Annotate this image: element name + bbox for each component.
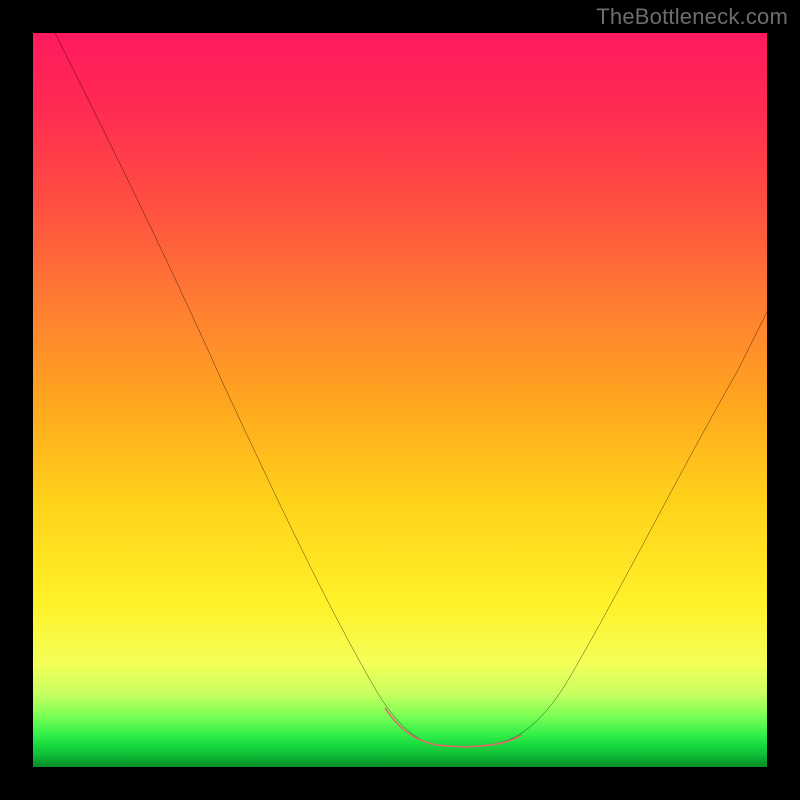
plot-area (33, 33, 767, 767)
chart-frame: TheBottleneck.com (0, 0, 800, 800)
base-highlight (385, 708, 521, 746)
curve-layer (33, 33, 767, 767)
bottleneck-curve (55, 33, 767, 747)
watermark-text: TheBottleneck.com (596, 4, 788, 30)
